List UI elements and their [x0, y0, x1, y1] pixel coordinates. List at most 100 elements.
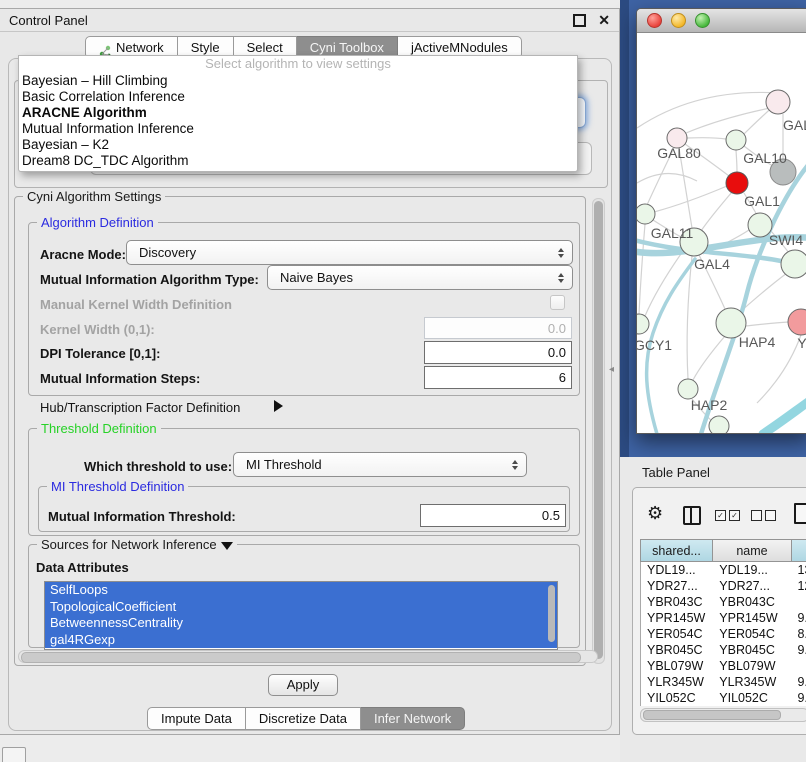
aracne-mode-label: Aracne Mode:: [40, 247, 126, 262]
float-window-icon[interactable]: [573, 14, 586, 27]
scrollbar-thumb[interactable]: [21, 652, 581, 663]
table-row[interactable]: YBR043CYBR043C: [641, 594, 806, 610]
manual-kernel-checkbox[interactable]: [550, 295, 565, 310]
kernel-width-field[interactable]: 0.0: [424, 317, 572, 339]
column-header-partial[interactable]: [792, 539, 806, 562]
hub-definition-expander[interactable]: Hub/Transcription Factor Definition: [40, 400, 240, 415]
dropdown-item[interactable]: Bayesian – K2: [19, 137, 577, 153]
node-gal10[interactable]: [726, 130, 746, 150]
aracne-mode-select[interactable]: Discovery: [126, 240, 573, 265]
spinner-arrows-icon: [558, 273, 564, 283]
group-title: MI Threshold Definition: [47, 479, 188, 494]
mi-type-label: Mutual Information Algorithm Type:: [40, 272, 259, 287]
scrollbar-thumb[interactable]: [548, 585, 555, 642]
tab-infer-network[interactable]: Infer Network: [361, 707, 465, 730]
dropdown-item[interactable]: ARACNE Algorithm: [19, 105, 577, 121]
corner-grip-button[interactable]: [2, 747, 26, 762]
table-row[interactable]: YPR145WYPR145W9.: [641, 610, 806, 626]
group-title: Algorithm Definition: [37, 215, 158, 230]
gear-icon[interactable]: [647, 504, 663, 522]
data-attributes-list: SelfLoops TopologicalCoefficient Between…: [44, 581, 558, 650]
node-gal1[interactable]: [726, 172, 748, 194]
control-panel-title: Control Panel: [9, 13, 573, 28]
node-right-green[interactable]: [781, 250, 806, 278]
settings-vertical-scrollbar[interactable]: [592, 198, 605, 664]
scrollbar-thumb[interactable]: [594, 201, 603, 659]
dpi-tolerance-label: DPI Tolerance [0,1]:: [40, 346, 160, 361]
spinner-arrows-icon: [558, 248, 564, 258]
node-label: GAL4: [694, 256, 730, 272]
node-gcy1[interactable]: [637, 314, 649, 334]
table-row[interactable]: YLR345WYLR345W9.: [641, 674, 806, 690]
node-right-pink[interactable]: [788, 309, 806, 335]
table-row[interactable]: YIL052CYIL052C9.: [641, 690, 806, 706]
algorithm-dropdown-popup: Select algorithm to view settings Bayesi…: [18, 55, 578, 172]
dropdown-item[interactable]: Mutual Information Inference: [19, 121, 577, 137]
table-row[interactable]: YER054CYER054C8.: [641, 626, 806, 642]
deselect-all-checkboxes-icon[interactable]: [751, 510, 776, 521]
select-all-checkboxes-icon[interactable]: ✓✓: [715, 510, 740, 521]
mi-threshold-field[interactable]: 0.5: [420, 504, 566, 527]
list-item[interactable]: TopologicalCoefficient: [45, 599, 557, 616]
which-threshold-select[interactable]: MI Threshold: [233, 452, 527, 477]
close-button[interactable]: [647, 13, 662, 28]
group-title: Sources for Network Inference: [37, 537, 237, 552]
network-window-titlebar[interactable]: [637, 9, 806, 33]
mi-steps-field[interactable]: 6: [424, 366, 572, 389]
dpi-tolerance-field[interactable]: 0.0: [424, 341, 572, 364]
list-item[interactable]: BetweennessCentrality: [45, 615, 557, 632]
table-row[interactable]: YDL19...YDL19...13: [641, 562, 806, 578]
data-attributes-label: Data Attributes: [36, 560, 129, 575]
table-header-row: shared... name: [640, 539, 806, 562]
table-horizontal-scrollbar[interactable]: [640, 708, 806, 722]
node-hap2[interactable]: [678, 379, 698, 399]
node-label: GAL10: [743, 150, 787, 166]
table-panel-title: Table Panel: [642, 465, 710, 480]
spinner-arrows-icon: [512, 460, 518, 470]
list-item[interactable]: SelfLoops: [45, 582, 557, 599]
close-icon[interactable]: ✕: [598, 13, 610, 27]
scrollbar-thumb[interactable]: [643, 710, 781, 720]
tab-discretize-data[interactable]: Discretize Data: [246, 707, 361, 730]
dropdown-item[interactable]: Basic Correlation Inference: [19, 89, 577, 105]
group-title: Cyni Algorithm Settings: [23, 189, 165, 204]
screenshot-root: GAL GAL80 GAL10 GAL1 GAL11 SWI4 GAL4 GCY…: [0, 0, 806, 762]
settings-horizontal-scrollbar[interactable]: [18, 650, 598, 663]
column-header-name[interactable]: name: [713, 539, 792, 562]
control-panel-titlebar: Control Panel ✕: [0, 9, 619, 32]
mi-type-select[interactable]: Naive Bayes: [267, 265, 573, 290]
minimize-button[interactable]: [671, 13, 686, 28]
dropdown-item[interactable]: Bayesian – Hill Climbing: [19, 73, 577, 89]
tab-impute-data[interactable]: Impute Data: [147, 707, 246, 730]
table-export-icon[interactable]: [794, 503, 806, 524]
node-label: SWI4: [769, 232, 803, 248]
expander-arrow-icon[interactable]: [274, 400, 283, 412]
panel-divider-handle[interactable]: ◂: [609, 364, 614, 375]
cyni-bottom-tabs: Impute Data Discretize Data Infer Networ…: [147, 707, 465, 730]
node-bottom-green[interactable]: [709, 416, 729, 433]
node-table: shared... name YDL19...YDL19...13 YDR27.…: [640, 539, 806, 706]
node-label: GAL11: [651, 225, 694, 241]
node-label: GAL: [783, 117, 806, 133]
zoom-button[interactable]: [695, 13, 710, 28]
network-edges-strong: [637, 151, 806, 433]
network-tab-icon: [99, 42, 111, 54]
node-label: Y: [797, 335, 806, 351]
list-item[interactable]: gal4RGexp: [45, 632, 557, 649]
desktop-shadow-strip: [620, 0, 629, 457]
dropdown-item[interactable]: Dream8 DC_TDC Algorithm: [19, 153, 577, 169]
apply-button[interactable]: Apply: [268, 674, 338, 696]
node-label: GAL1: [744, 193, 780, 209]
collapse-arrow-icon[interactable]: [221, 542, 233, 550]
network-canvas[interactable]: GAL GAL80 GAL10 GAL1 GAL11 SWI4 GAL4 GCY…: [637, 33, 806, 433]
mi-steps-label: Mutual Information Steps:: [40, 371, 200, 386]
node-top-pink[interactable]: [766, 90, 790, 114]
group-title: Threshold Definition: [37, 421, 161, 436]
table-row[interactable]: YDR27...YDR27...12: [641, 578, 806, 594]
table-row[interactable]: YBR045CYBR045C9.: [641, 642, 806, 658]
table-row[interactable]: YBL079WYBL079W: [641, 658, 806, 674]
node-gal11[interactable]: [637, 204, 655, 224]
kernel-width-label: Kernel Width (0,1):: [40, 322, 155, 337]
column-header-shared[interactable]: shared...: [640, 539, 713, 562]
columns-icon[interactable]: [683, 506, 701, 525]
